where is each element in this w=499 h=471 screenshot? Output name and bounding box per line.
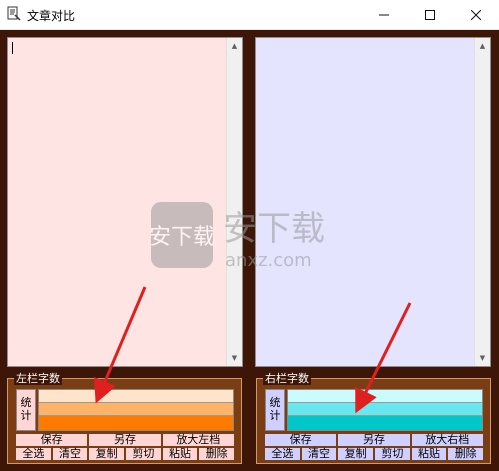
window-title: 文章对比: [27, 9, 76, 23]
left-stats-label: 左栏字数: [14, 372, 62, 385]
right-count-bars: [287, 389, 483, 431]
left-bar-2: [39, 403, 233, 416]
right-bar-2: [288, 403, 482, 416]
left-cut-button[interactable]: 剪切: [126, 448, 161, 460]
minimize-icon: [379, 14, 389, 15]
left-delete-button[interactable]: 删除: [199, 448, 235, 460]
right-bar-3: [288, 416, 482, 430]
left-copy-button[interactable]: 复制: [89, 448, 125, 460]
right-stats-label: 右栏字数: [263, 372, 311, 385]
left-save-button[interactable]: 保存: [16, 434, 88, 446]
left-bar-1: [39, 390, 233, 403]
right-save-as-button[interactable]: 另存: [338, 434, 410, 446]
left-save-as-button[interactable]: 另存: [89, 434, 161, 446]
left-bar-3: [39, 416, 233, 430]
watermark-brand: 安下载: [223, 209, 325, 249]
right-save-button[interactable]: 保存: [265, 434, 337, 446]
right-cut-button[interactable]: 剪切: [375, 448, 410, 460]
right-paste-button[interactable]: 粘贴: [411, 448, 447, 460]
left-count-bars: [38, 389, 234, 431]
document-compare-icon: [6, 6, 22, 22]
left-enlarge-button[interactable]: 放大左档: [162, 434, 234, 446]
left-stats-group: 左栏字数 统计 保存 另存 放大左档 全选 清空 复制 剪切 粘贴 删除: [7, 372, 242, 464]
scroll-up-icon[interactable]: ▲: [227, 38, 242, 54]
right-stats-group: 右栏字数 统计 保存 另存 放大右档 全选 清空 复制 剪切 粘贴 删除: [256, 372, 491, 464]
text-caret: [12, 42, 13, 54]
watermark-logo: 安下载 安下载 anxz.com: [151, 202, 325, 271]
scroll-down-icon[interactable]: ▼: [227, 350, 242, 366]
watermark-mark: 安下载: [151, 225, 215, 250]
right-bar-1: [288, 390, 482, 403]
scroll-up-icon[interactable]: ▲: [475, 38, 490, 54]
minimize-button[interactable]: [361, 0, 407, 29]
left-paste-button[interactable]: 粘贴: [162, 448, 198, 460]
left-select-all-button[interactable]: 全选: [16, 448, 51, 460]
left-count-button[interactable]: 统计: [16, 389, 36, 431]
maximize-button[interactable]: [407, 0, 453, 29]
watermark-domain: anxz.com: [225, 250, 312, 271]
right-scrollbar[interactable]: ▲ ▼: [474, 38, 490, 366]
right-clear-button[interactable]: 清空: [301, 448, 337, 460]
close-icon: [471, 9, 481, 20]
maximize-icon: [425, 9, 435, 20]
title-bar: 文章对比: [0, 0, 499, 30]
right-delete-button[interactable]: 删除: [448, 448, 484, 460]
right-select-all-button[interactable]: 全选: [265, 448, 300, 460]
right-count-button[interactable]: 统计: [265, 389, 285, 431]
right-copy-button[interactable]: 复制: [338, 448, 374, 460]
close-button[interactable]: [453, 0, 499, 29]
right-enlarge-button[interactable]: 放大右档: [411, 434, 483, 446]
scroll-down-icon[interactable]: ▼: [475, 350, 490, 366]
left-clear-button[interactable]: 清空: [52, 448, 88, 460]
